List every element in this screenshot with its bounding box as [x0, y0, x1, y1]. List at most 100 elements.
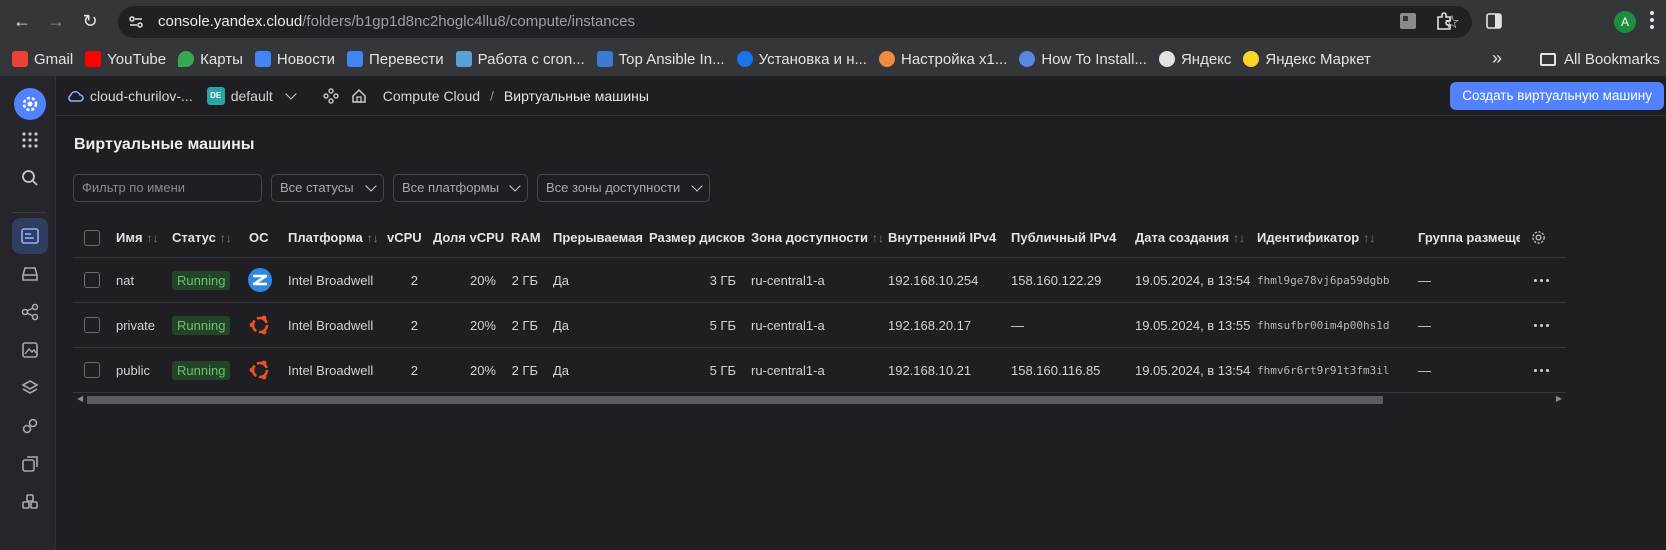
placement-group: — — [1418, 362, 1431, 378]
cloud-logo-icon[interactable] — [14, 88, 46, 120]
news-icon — [254, 51, 271, 67]
bookmark-cron[interactable]: Работа с cron... — [455, 45, 585, 73]
bookmark-gmail[interactable]: Gmail — [12, 45, 73, 73]
status-badge: Running — [172, 348, 231, 392]
zone-select[interactable]: Все зоны доступности — [537, 174, 710, 202]
platform-select-value: Все платформы — [402, 180, 499, 195]
placement-group: — — [1418, 272, 1431, 288]
header-disk-size: Размер дисков — [649, 230, 746, 245]
images-nav-icon[interactable] — [12, 332, 48, 368]
vcpu-share: 20% — [469, 272, 496, 288]
address-bar[interactable]: console.yandex.cloud/folders/b1gp1d8nc2h… — [118, 6, 1472, 38]
zone: ru-central1-a — [751, 317, 825, 333]
network-nav-icon[interactable] — [12, 294, 48, 330]
sort-icon[interactable]: ↑↓ — [1233, 231, 1245, 245]
platform-select[interactable]: Все платформы — [393, 174, 528, 202]
row-actions-icon[interactable] — [1534, 303, 1549, 347]
header-platform[interactable]: Платформа ↑↓ — [288, 218, 379, 257]
scrollbar-thumb[interactable] — [87, 396, 1383, 404]
column-settings-icon[interactable] — [1531, 218, 1546, 257]
row-actions-icon[interactable] — [1534, 348, 1549, 392]
home-icon[interactable] — [351, 88, 367, 104]
sort-icon[interactable]: ↑↓ — [1363, 231, 1375, 245]
disks-nav-icon[interactable] — [12, 256, 48, 292]
header-public-ip: Публичный IPv4 — [1011, 230, 1117, 245]
row-checkbox[interactable] — [84, 348, 100, 392]
all-bookmarks[interactable]: All Bookmarks — [1540, 42, 1660, 76]
internal-ip: 192.168.10.254 — [888, 272, 979, 288]
table-row[interactable]: private Running Intel Broadwell 2 20% 2 … — [73, 303, 1566, 348]
bookmark-ansible[interactable]: Top Ansible In... — [596, 45, 725, 73]
services-icon[interactable] — [323, 87, 339, 104]
sort-icon[interactable]: ↑↓ — [147, 231, 159, 245]
vm-name[interactable]: public — [116, 348, 150, 392]
row-actions-icon[interactable] — [1534, 258, 1549, 302]
back-icon[interactable]: ← — [12, 11, 32, 31]
filters-bar: Фильтр по имени Все статусы Все платформ… — [73, 174, 719, 202]
bookmarks-overflow-icon[interactable]: » — [1492, 48, 1502, 69]
breadcrumb-compute-cloud[interactable]: Compute Cloud — [383, 88, 480, 104]
created-date: 19.05.2024, в 13:55 — [1135, 317, 1251, 333]
header-id[interactable]: Идентификатор ↑↓ — [1257, 218, 1375, 257]
table-row[interactable]: nat Running Intel Broadwell 2 20% 2 ГБ Д… — [73, 258, 1566, 303]
layers-nav-icon[interactable] — [12, 370, 48, 406]
bookmark-youtube[interactable]: YouTube — [85, 45, 166, 73]
bookmark-howto[interactable]: How To Install... — [1019, 45, 1147, 73]
address-row: ← → ↻ console.yandex.cloud/folders/b1gp1… — [0, 0, 1666, 42]
site-settings-icon[interactable] — [128, 14, 144, 30]
row-checkbox[interactable] — [84, 303, 100, 347]
left-rail — [0, 76, 56, 550]
created-date: 19.05.2024, в 13:54 — [1135, 362, 1251, 378]
bookmark-install[interactable]: Установка и н... — [736, 45, 867, 73]
bookmark-translate[interactable]: Перевести — [346, 45, 444, 73]
breadcrumb-current: Виртуальные машины — [503, 87, 649, 104]
chevron-down-icon — [365, 180, 377, 192]
created-date: 19.05.2024, в 13:54 — [1135, 272, 1251, 288]
console-header: cloud-churilov-... DE default Compute Cl… — [56, 76, 1666, 116]
services-grid-icon[interactable] — [12, 122, 48, 158]
header-created[interactable]: Дата создания ↑↓ — [1135, 218, 1245, 257]
placement-nav-icon[interactable] — [12, 408, 48, 444]
header-name[interactable]: Имя ↑↓ — [116, 218, 159, 257]
create-vm-button[interactable]: Создать виртуальную машину — [1450, 82, 1664, 110]
sort-icon[interactable]: ↑↓ — [220, 231, 232, 245]
header-zone[interactable]: Зона доступности ↑↓ — [751, 218, 884, 257]
folder-selector[interactable]: DE default — [206, 86, 297, 105]
groups-nav-icon[interactable] — [12, 484, 48, 520]
extension-icon[interactable] — [1398, 11, 1418, 31]
public-ip: — — [1011, 317, 1024, 333]
vcpu: 2 — [410, 317, 418, 333]
profile-avatar[interactable]: A — [1614, 11, 1636, 33]
ubuntu-icon — [248, 348, 272, 392]
scroll-right-icon[interactable]: ▶ — [1556, 394, 1562, 403]
instances-nav-icon[interactable] — [12, 218, 48, 254]
status-select[interactable]: Все статусы — [271, 174, 384, 202]
reload-icon[interactable]: ↻ — [80, 11, 100, 31]
bookmark-yandex-market[interactable]: Яндекс Маркет — [1243, 45, 1371, 73]
vm-name[interactable]: private — [116, 303, 155, 347]
horizontal-scrollbar[interactable]: ◀ ▶ — [77, 394, 1562, 406]
platform: Intel Broadwell — [288, 317, 374, 333]
sort-icon[interactable]: ↑↓ — [367, 231, 379, 245]
bookmark-yandex[interactable]: Яндекс — [1158, 45, 1231, 73]
scroll-left-icon[interactable]: ◀ — [77, 394, 83, 403]
row-checkbox[interactable] — [84, 258, 100, 302]
snapshots-nav-icon[interactable] — [12, 446, 48, 482]
extensions-puzzle-icon[interactable] — [1434, 11, 1454, 31]
sort-icon[interactable]: ↑↓ — [872, 231, 884, 245]
cloud-selector[interactable]: cloud-churilov-... — [66, 88, 193, 104]
browser-menu-icon[interactable] — [1650, 11, 1654, 31]
search-icon[interactable] — [12, 160, 48, 196]
preemptible: Да — [553, 317, 570, 333]
header-status[interactable]: Статус ↑↓ — [172, 218, 232, 257]
bookmark-maps[interactable]: Карты — [178, 45, 243, 73]
side-panel-icon[interactable] — [1484, 11, 1504, 31]
platform: Intel Broadwell — [288, 362, 374, 378]
bookmark-news[interactable]: Новости — [254, 45, 335, 73]
select-all-checkbox[interactable] — [84, 218, 100, 257]
vm-name[interactable]: nat — [116, 258, 134, 302]
forward-icon[interactable]: → — [46, 11, 66, 31]
table-row[interactable]: public Running Intel Broadwell 2 20% 2 Г… — [73, 348, 1566, 393]
bookmark-setup[interactable]: Настройка x1... — [878, 45, 1007, 73]
name-filter-input[interactable]: Фильтр по имени — [73, 174, 262, 202]
